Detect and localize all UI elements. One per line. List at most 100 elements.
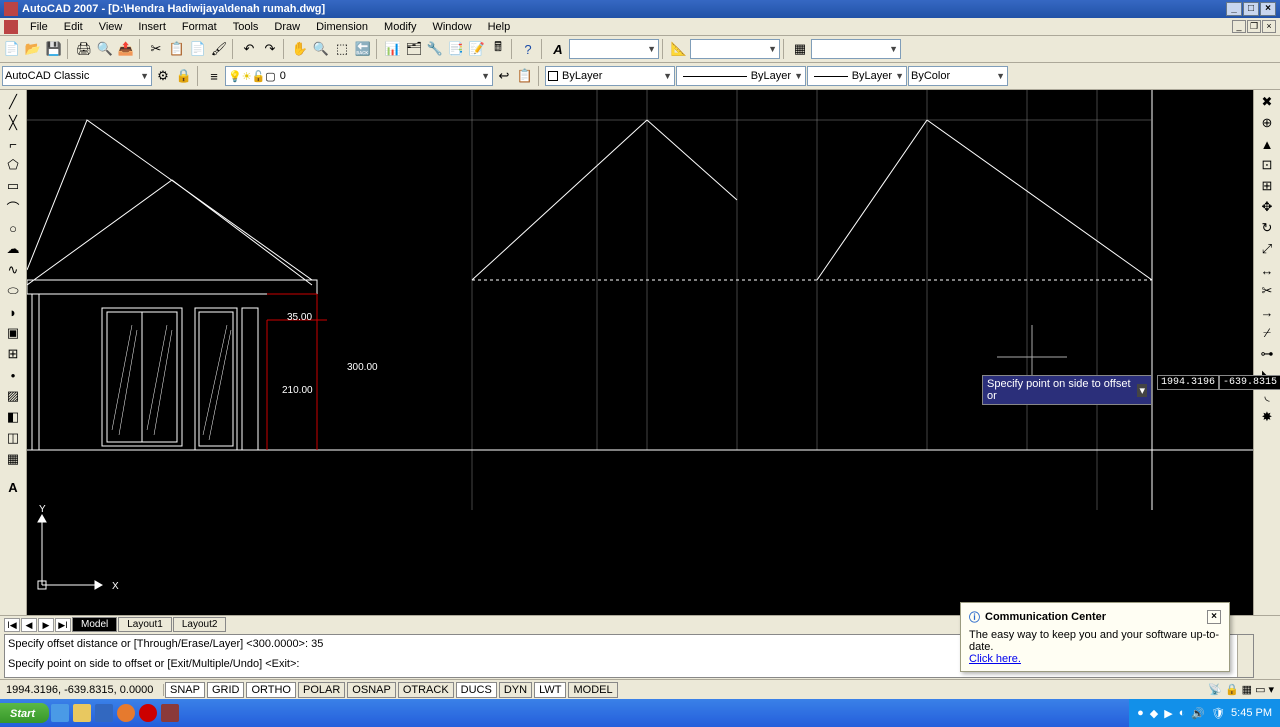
mtext-tool[interactable]: A bbox=[3, 477, 23, 497]
menu-insert[interactable]: Insert bbox=[130, 20, 174, 34]
trim-tool[interactable]: ✂ bbox=[1257, 281, 1277, 301]
paste-button[interactable]: 📄 bbox=[188, 39, 208, 59]
preview-button[interactable]: 🔍 bbox=[95, 39, 115, 59]
extend-tool[interactable]: → bbox=[1257, 302, 1277, 322]
cut-button[interactable]: ✂ bbox=[146, 39, 166, 59]
cleanscreen-icon[interactable]: ▭ bbox=[1255, 683, 1265, 696]
dcenter-button[interactable]: 🗂 bbox=[404, 39, 424, 59]
copy-tool[interactable]: ⊕ bbox=[1257, 113, 1277, 133]
menu-view[interactable]: View bbox=[91, 20, 131, 34]
maximize-button[interactable]: □ bbox=[1243, 2, 1259, 16]
copy-button[interactable]: 📋 bbox=[167, 39, 187, 59]
mdi-restore[interactable]: ❐ bbox=[1247, 20, 1261, 33]
drawing-canvas[interactable]: 35.00 300.00 210.00 X Y Specify point on… bbox=[27, 90, 1253, 615]
toggle-osnap[interactable]: OSNAP bbox=[347, 682, 396, 698]
media-icon[interactable] bbox=[95, 704, 113, 722]
toggle-otrack[interactable]: OTRACK bbox=[398, 682, 454, 698]
join-tool[interactable]: ⊶ bbox=[1257, 344, 1277, 364]
menu-tools[interactable]: Tools bbox=[225, 20, 267, 34]
tablestyle-dropdown[interactable]: ▼ bbox=[811, 39, 901, 59]
new-button[interactable]: 📄 bbox=[2, 39, 22, 59]
tray-icon[interactable]: 🔊 bbox=[1191, 707, 1205, 720]
ellipse-tool[interactable]: ⬭ bbox=[3, 281, 23, 301]
tab-layout2[interactable]: Layout2 bbox=[173, 617, 227, 632]
tab-prev[interactable]: ◀ bbox=[21, 618, 37, 632]
zoom-win-button[interactable]: ⬚ bbox=[332, 39, 352, 59]
pline-tool[interactable]: ⌐ bbox=[3, 134, 23, 154]
stretch-tool[interactable]: ↔ bbox=[1257, 260, 1277, 280]
toolbar-icon[interactable]: ▦ bbox=[1242, 683, 1252, 696]
toggle-dyn[interactable]: DYN bbox=[499, 682, 532, 698]
revcloud-tool[interactable]: ☁ bbox=[3, 239, 23, 259]
ws-settings-button[interactable]: ⚙ bbox=[153, 66, 173, 86]
workspace-dropdown[interactable]: AutoCAD Classic▼ bbox=[2, 66, 152, 86]
scale-tool[interactable]: ⤢ bbox=[1257, 239, 1277, 259]
undo-button[interactable]: ↶ bbox=[239, 39, 259, 59]
array-tool[interactable]: ⊞ bbox=[1257, 176, 1277, 196]
dimstyle-dropdown[interactable]: ▼ bbox=[690, 39, 780, 59]
toggle-polar[interactable]: POLAR bbox=[298, 682, 345, 698]
cmd-scrollbar[interactable] bbox=[1237, 635, 1253, 677]
coords-display[interactable]: 1994.3196, -639.8315, 0.0000 bbox=[2, 684, 164, 696]
save-button[interactable]: 💾 bbox=[44, 39, 64, 59]
mdi-close[interactable]: × bbox=[1262, 20, 1276, 33]
publish-button[interactable]: 📤 bbox=[116, 39, 136, 59]
autocad-task-icon[interactable] bbox=[161, 704, 179, 722]
layer-prev-button[interactable]: ↩ bbox=[494, 66, 514, 86]
toggle-ortho[interactable]: ORTHO bbox=[246, 682, 296, 698]
tray-arrow-icon[interactable]: ▾ bbox=[1268, 683, 1274, 696]
linetype-dropdown[interactable]: ByLayer▼ bbox=[676, 66, 806, 86]
line-tool[interactable]: ╱ bbox=[3, 92, 23, 112]
tray-icon[interactable]: ▶ bbox=[1164, 707, 1172, 720]
firefox-icon[interactable] bbox=[117, 704, 135, 722]
opera-icon[interactable] bbox=[139, 704, 157, 722]
toggle-grid[interactable]: GRID bbox=[207, 682, 245, 698]
hatch-tool[interactable]: ▨ bbox=[3, 386, 23, 406]
layer-button[interactable]: ≡ bbox=[204, 66, 224, 86]
menu-draw[interactable]: Draw bbox=[266, 20, 308, 34]
tray-icon[interactable]: ◆ bbox=[1150, 707, 1158, 720]
lineweight-dropdown[interactable]: ByLayer▼ bbox=[807, 66, 907, 86]
explode-tool[interactable]: ✸ bbox=[1257, 407, 1277, 427]
ws-lock-button[interactable]: 🔒 bbox=[174, 66, 194, 86]
spline-tool[interactable]: ∿ bbox=[3, 260, 23, 280]
rect-tool[interactable]: ▭ bbox=[3, 176, 23, 196]
menu-help[interactable]: Help bbox=[480, 20, 519, 34]
circle-tool[interactable]: ○ bbox=[3, 218, 23, 238]
minimize-button[interactable]: _ bbox=[1226, 2, 1242, 16]
textstyle-button[interactable]: A bbox=[548, 39, 568, 59]
tab-next[interactable]: ▶ bbox=[38, 618, 54, 632]
menu-edit[interactable]: Edit bbox=[56, 20, 91, 34]
point-tool[interactable]: • bbox=[3, 365, 23, 385]
ellipsearc-tool[interactable]: ◗ bbox=[3, 302, 23, 322]
textstyle-dropdown[interactable]: ▼ bbox=[569, 39, 659, 59]
zoom-prev-button[interactable]: 🔙 bbox=[353, 39, 373, 59]
xline-tool[interactable]: ╳ bbox=[3, 113, 23, 133]
markup-button[interactable]: 📝 bbox=[467, 39, 487, 59]
toggle-lwt[interactable]: LWT bbox=[534, 682, 566, 698]
redo-button[interactable]: ↷ bbox=[260, 39, 280, 59]
close-button[interactable]: × bbox=[1260, 2, 1276, 16]
menu-dimension[interactable]: Dimension bbox=[308, 20, 376, 34]
calc-button[interactable]: 🖩 bbox=[488, 39, 508, 59]
open-button[interactable]: 📂 bbox=[23, 39, 43, 59]
zoom-rt-button[interactable]: 🔍 bbox=[311, 39, 331, 59]
gradient-tool[interactable]: ◧ bbox=[3, 407, 23, 427]
tab-model[interactable]: Model bbox=[72, 617, 117, 632]
ie-icon[interactable] bbox=[51, 704, 69, 722]
lock-icon[interactable]: 🔒 bbox=[1225, 683, 1239, 696]
arc-tool[interactable]: ⌒ bbox=[3, 197, 23, 217]
plot-button[interactable]: 🖨 bbox=[74, 39, 94, 59]
table-tool[interactable]: ▦ bbox=[3, 449, 23, 469]
region-tool[interactable]: ◫ bbox=[3, 428, 23, 448]
tab-first[interactable]: I◀ bbox=[4, 618, 20, 632]
tray-icon[interactable]: 🛡 bbox=[1211, 707, 1225, 720]
explorer-icon[interactable] bbox=[73, 704, 91, 722]
tab-layout1[interactable]: Layout1 bbox=[118, 617, 172, 632]
makeblock-tool[interactable]: ⊞ bbox=[3, 344, 23, 364]
mdi-minimize[interactable]: _ bbox=[1232, 20, 1246, 33]
offset-tool[interactable]: ⊡ bbox=[1257, 155, 1277, 175]
tray-icon[interactable]: ● bbox=[1137, 707, 1144, 719]
erase-tool[interactable]: ✖ bbox=[1257, 92, 1277, 112]
menu-format[interactable]: Format bbox=[174, 20, 225, 34]
